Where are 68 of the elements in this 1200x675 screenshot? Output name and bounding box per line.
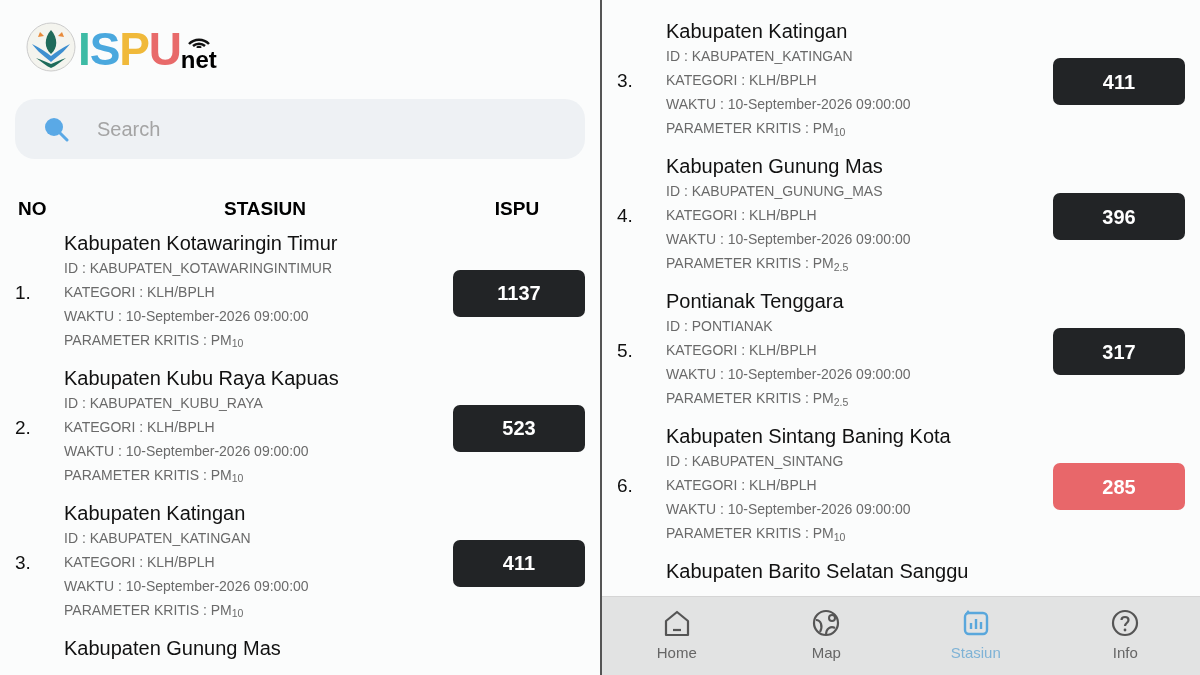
- station-detail: KATEGORI : KLH/BPLH: [666, 71, 818, 90]
- station-detail: ID : KABUPATEN_SINTANG: [666, 452, 845, 471]
- station-detail: ID : PONTIANAK: [666, 317, 774, 336]
- station-name: Kabupaten Sintang Baning Kota: [666, 424, 952, 449]
- row-number: 3.: [617, 70, 633, 92]
- station-name: Kabupaten Katingan: [64, 500, 247, 526]
- station-detail: WAKTU : 10-September-2026 09:00:00: [666, 230, 912, 249]
- station-detail: ID : KABUPATEN_KATINGAN: [666, 47, 854, 66]
- ispu-value: 411: [1053, 58, 1185, 105]
- station-detail: KATEGORI : KLH/BPLH: [64, 417, 216, 437]
- station-detail: WAKTU : 10-September-2026 09:00:00: [64, 306, 310, 326]
- search-field[interactable]: Search: [15, 99, 585, 159]
- station-detail: WAKTU : 10-September-2026 09:00:00: [666, 365, 912, 384]
- station-detail: WAKTU : 10-September-2026 09:00:00: [666, 95, 912, 114]
- station-name: Pontianak Tenggara: [666, 289, 845, 314]
- leaf-emblem-icon: [26, 22, 76, 72]
- logo-letter: S: [89, 26, 120, 72]
- station-name: Kabupaten Gunung Mas: [666, 154, 884, 179]
- row-number: 3.: [15, 551, 31, 573]
- station-detail: KATEGORI : KLH/BPLH: [64, 552, 216, 572]
- station-name: Kabupaten Kubu Raya Kapuas: [64, 365, 340, 391]
- row-number: 5.: [617, 340, 633, 362]
- search-icon: [43, 116, 69, 142]
- ispu-value: 285: [1053, 463, 1185, 510]
- wifi-icon: [186, 36, 211, 48]
- help-icon: [1110, 607, 1141, 638]
- globe-icon: [811, 607, 842, 638]
- column-header: STASIUN: [223, 197, 307, 221]
- station-detail: KATEGORI : KLH/BPLH: [64, 282, 216, 302]
- station-name: Kabupaten Gunung Mas: [64, 635, 282, 661]
- station-detail: ID : KABUPATEN_KATINGAN: [64, 528, 252, 548]
- station-name: Kabupaten Katingan: [666, 19, 849, 44]
- station-name: Kabupaten Kotawaringin Timur: [64, 230, 339, 256]
- station-detail: PARAMETER KRITIS : PM$_{10}$: [64, 330, 245, 352]
- row-number: 2.: [15, 416, 31, 438]
- nav-tab[interactable]: Map: [776, 607, 877, 665]
- station-detail: ID : KABUPATEN_KOTAWARINGINTIMUR: [64, 258, 334, 278]
- row-number: 4.: [617, 205, 633, 227]
- row-number: 6.: [617, 475, 633, 497]
- ispu-value: 317: [1053, 328, 1185, 375]
- station-detail: WAKTU : 10-September-2026 09:00:00: [64, 576, 310, 596]
- logo-letter: U: [148, 26, 181, 72]
- station-detail: PARAMETER KRITIS : PM$_{10}$: [64, 600, 245, 622]
- station-detail: KATEGORI : KLH/BPLH: [666, 341, 818, 360]
- station-name: Kabupaten Barito Selatan Sanggu: [666, 559, 970, 584]
- logo-letter: P: [119, 26, 149, 72]
- station-detail: PARAMETER KRITIS : PM$_{2.5}$: [666, 389, 850, 410]
- ispu-value: 411: [453, 539, 585, 587]
- station-detail: ID : KABUPATEN_GUNUNG_MAS: [666, 182, 884, 201]
- ispu-value: 1137: [453, 269, 585, 317]
- column-header: ISPU: [494, 197, 540, 221]
- row-number: 1.: [15, 281, 31, 303]
- column-header: NO: [18, 197, 48, 221]
- station-detail: KATEGORI : KLH/BPLH: [666, 476, 818, 495]
- station-detail: PARAMETER KRITIS : PM$_{10}$: [64, 465, 245, 487]
- station-detail: WAKTU : 10-September-2026 09:00:00: [666, 500, 912, 519]
- logo-letter: I: [78, 26, 90, 72]
- station-detail: ID : KABUPATEN_KUBU_RAYA: [64, 393, 264, 413]
- logo-suffix: net: [180, 48, 217, 72]
- station-detail: KATEGORI : KLH/BPLH: [666, 206, 818, 225]
- station-detail: WAKTU : 10-September-2026 09:00:00: [64, 441, 310, 461]
- nav-tab[interactable]: Home: [626, 607, 727, 665]
- ispu-value: 396: [1053, 193, 1185, 240]
- station-detail: PARAMETER KRITIS : PM$_{10}$: [666, 119, 847, 140]
- station-detail: PARAMETER KRITIS : PM$_{10}$: [666, 524, 847, 545]
- station-detail: PARAMETER KRITIS : PM$_{2.5}$: [666, 254, 850, 275]
- ispu-value: 523: [453, 404, 585, 452]
- nav-tab[interactable]: Info: [1075, 607, 1176, 665]
